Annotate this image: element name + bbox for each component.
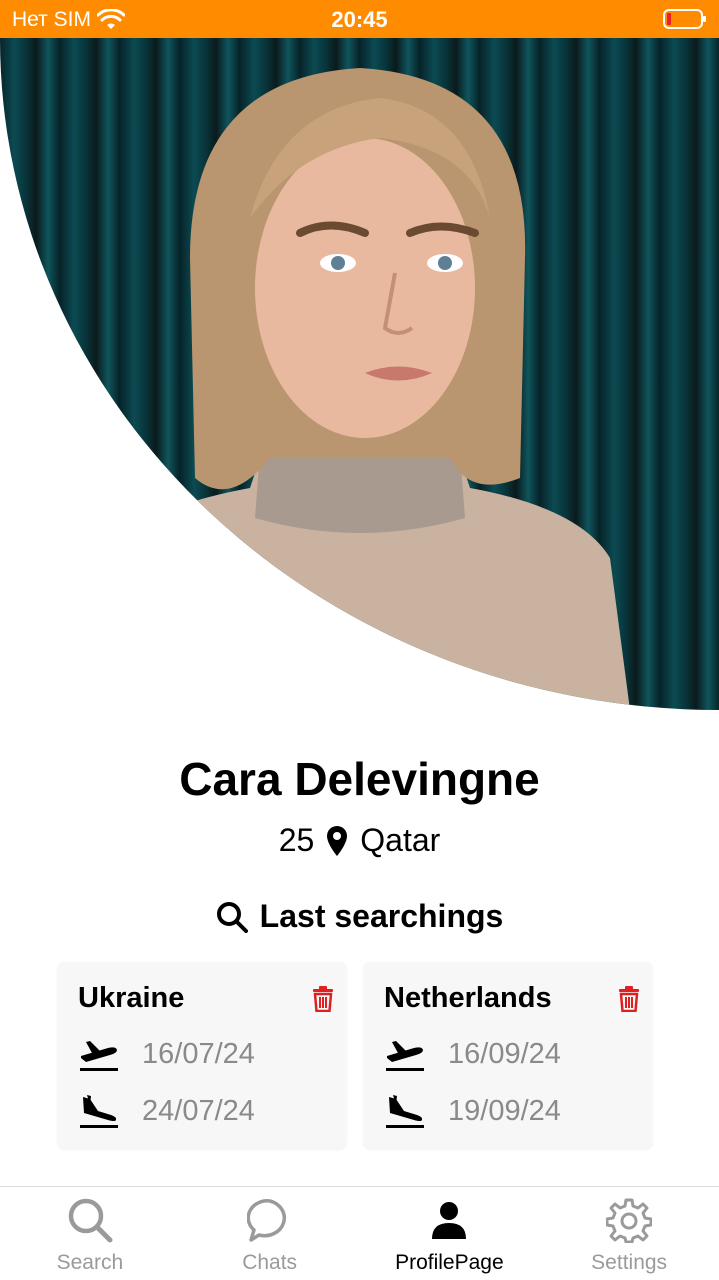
- tab-settings[interactable]: Settings: [539, 1187, 719, 1280]
- section-title-text: Last searchings: [259, 898, 504, 934]
- search-card[interactable]: Netherlands 16/09/24 19/09/24: [364, 962, 652, 1148]
- chat-bubble-icon: [246, 1199, 286, 1242]
- tab-label: Settings: [591, 1251, 668, 1274]
- trash-icon[interactable]: [618, 986, 640, 1012]
- arrival-date: 24/07/24: [142, 1094, 255, 1127]
- person-icon: [432, 1202, 467, 1239]
- battery-low-icon: [663, 9, 706, 29]
- profile-age: 25: [278, 822, 315, 858]
- trash-icon[interactable]: [312, 986, 334, 1012]
- search-card-destination: Netherlands: [384, 982, 552, 1014]
- plane-arrival-icon: [80, 1095, 118, 1128]
- arrival-date: 19/09/24: [448, 1094, 561, 1127]
- search-card-destination: Ukraine: [78, 982, 185, 1014]
- tab-search[interactable]: Search: [0, 1187, 180, 1280]
- search-icon: [216, 901, 248, 933]
- tab-label: Search: [56, 1251, 124, 1274]
- tab-chats[interactable]: Chats: [180, 1187, 360, 1280]
- profile-meta: 25 Qatar: [0, 822, 719, 859]
- plane-departure-icon: [386, 1041, 424, 1071]
- gear-icon: [606, 1198, 653, 1243]
- plane-arrival-icon: [386, 1095, 424, 1128]
- plane-departure-icon: [80, 1041, 118, 1071]
- search-icon: [68, 1198, 113, 1243]
- departure-date: 16/09/24: [448, 1037, 561, 1070]
- search-card[interactable]: Ukraine 16/07/24 24/07/24: [58, 962, 346, 1148]
- person-portrait-illustration: [60, 68, 630, 710]
- profile-location: Qatar: [360, 822, 441, 858]
- profile-photo: [0, 38, 719, 710]
- location-pin-icon: [327, 825, 348, 856]
- section-title: Last searchings: [0, 898, 719, 935]
- departure-row: 16/09/24: [384, 1036, 561, 1072]
- tab-label: ProfilePage: [395, 1251, 504, 1274]
- arrival-row: 24/07/24: [78, 1093, 255, 1129]
- tab-label: Chats: [242, 1251, 298, 1274]
- clock: 20:45: [331, 7, 388, 32]
- tab-profile[interactable]: ProfilePage: [360, 1187, 540, 1280]
- tab-bar: Search Chats ProfilePage Settings: [0, 1186, 719, 1280]
- profile-name: Cara Delevingne: [179, 753, 540, 805]
- status-bar: Нет SIM 20:45: [0, 0, 719, 38]
- departure-row: 16/07/24: [78, 1036, 255, 1072]
- arrival-row: 19/09/24: [384, 1093, 561, 1129]
- departure-date: 16/07/24: [142, 1037, 255, 1070]
